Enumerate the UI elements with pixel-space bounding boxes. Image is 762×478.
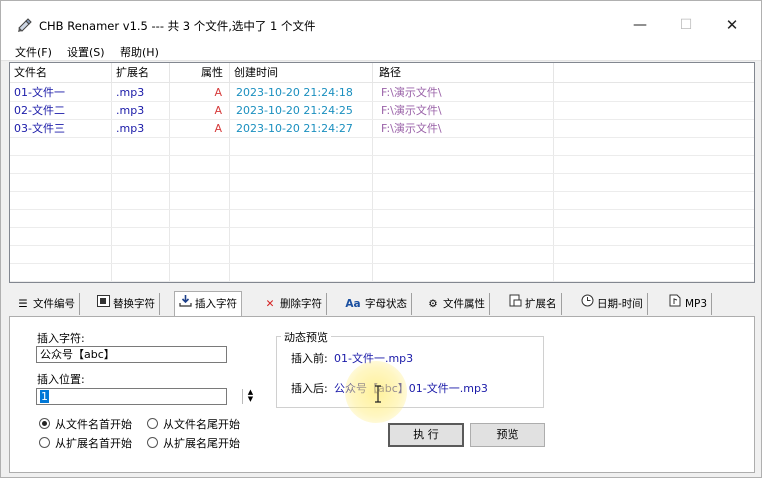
cell-attribute: A [214,86,222,99]
stepper-down-icon[interactable]: ▼ [243,396,258,403]
cell-path: F:\演示文件\ [381,122,442,135]
tab-mp3[interactable]: MP3 [665,293,713,315]
menu-settings[interactable]: 设置(S) [67,44,105,60]
column-header-extension[interactable]: 扩展名 [112,63,170,83]
delete-x-icon: ✕ [265,298,275,310]
tab-file-numbering[interactable]: ☰ 文件编号 [13,293,80,315]
radio-from-extension-end[interactable]: 从扩展名尾开始 [147,435,240,451]
minimize-button[interactable]: — [617,9,663,41]
cell-filename: 02-文件二 [14,104,65,117]
cell-attribute: A [214,104,222,117]
menu-file[interactable]: 文件(F) [15,44,52,60]
execute-button[interactable]: 执 行 [388,423,464,447]
dynamic-preview-legend: 动态预览 [281,329,331,345]
window-title: CHB Renamer v1.5 --- 共 3 个文件,选中了 1 个文件 [39,19,316,33]
clock-icon [580,293,594,315]
table-row[interactable]: 03-文件三 .mp3 A 2023-10-20 21:24:27 F:\演示文… [10,120,754,138]
maximize-button[interactable]: ☐ [663,9,709,41]
file-list[interactable]: 文件名 扩展名 属性 创建时间 路径 01-文件一 .mp3 A 2023-10… [9,62,755,283]
column-header-created-time[interactable]: 创建时间 [230,63,373,83]
list-numbered-icon: ☰ [18,298,28,310]
radio-empty-icon [147,418,158,429]
text-cursor-icon [375,385,381,403]
cell-extension: .mp3 [116,104,145,117]
after-label: 插入后: [291,382,328,395]
table-row[interactable]: 01-文件一 .mp3 A 2023-10-20 21:24:18 F:\演示文… [10,84,754,102]
cell-extension: .mp3 [116,122,145,135]
menu-help[interactable]: 帮助(H) [120,44,159,60]
empty-row [10,228,754,246]
empty-row [10,210,754,228]
cell-attribute: A [214,122,222,135]
cell-path: F:\演示文件\ [381,104,442,117]
empty-row [10,192,754,210]
replace-icon [96,293,110,315]
cell-filename: 01-文件一 [14,86,65,99]
tab-replace-chars[interactable]: 替换字符 [93,293,160,315]
letter-case-icon: Aa [345,298,361,310]
before-label: 插入前: [291,352,328,365]
menu-bar: 文件(F) 设置(S) 帮助(H) [1,41,761,61]
app-window: CHB Renamer v1.5 --- 共 3 个文件,选中了 1 个文件 —… [0,0,762,478]
stepper-buttons[interactable]: ▲ ▼ [242,389,258,404]
tab-letter-case[interactable]: Aa 字母状态 [341,293,412,315]
dynamic-preview-group [276,336,544,408]
empty-row [10,246,754,264]
insert-position-label: 插入位置: [37,373,85,386]
insert-chars-label: 插入字符: [37,332,85,345]
tab-date-time[interactable]: 日期-时间 [577,293,648,315]
title-bar: CHB Renamer v1.5 --- 共 3 个文件,选中了 1 个文件 —… [1,1,761,41]
insert-chars-input[interactable]: 公众号【abc】 [36,346,227,363]
empty-row [10,156,754,174]
preview-button[interactable]: 预览 [470,423,545,447]
radio-from-extension-start[interactable]: 从扩展名首开始 [39,435,132,451]
tab-file-attributes[interactable]: ⚙ 文件属性 [423,293,490,315]
empty-row [10,138,754,156]
radio-empty-icon [39,437,50,448]
insert-icon [178,292,192,316]
cell-created-time: 2023-10-20 21:24:18 [236,86,353,99]
tab-insert-chars[interactable]: 插入字符 [174,291,242,317]
insert-position-stepper[interactable]: 1 ▲ ▼ [36,388,253,405]
tab-extension[interactable]: 扩展名 [505,293,562,315]
cell-created-time: 2023-10-20 21:24:25 [236,104,353,117]
music-file-icon [668,293,682,315]
column-header-path[interactable]: 路径 [373,63,554,83]
radio-from-filename-end[interactable]: 从文件名尾开始 [147,416,240,432]
list-header: 文件名 扩展名 属性 创建时间 路径 [10,63,754,83]
radio-selected-icon [39,418,50,429]
extension-icon [508,293,522,315]
app-rename-icon [18,18,32,32]
gear-icon: ⚙ [428,298,438,310]
cell-filename: 03-文件三 [14,122,65,135]
column-header-attribute[interactable]: 属性 [170,63,230,83]
empty-row [10,174,754,192]
radio-empty-icon [147,437,158,448]
radio-from-filename-start[interactable]: 从文件名首开始 [39,416,132,432]
column-header-filename[interactable]: 文件名 [10,63,112,83]
cell-extension: .mp3 [116,86,145,99]
tab-strip: ☰ 文件编号 替换字符 插入字符 ✕ 删除字符 Aa 字母状态 ⚙ 文件属性 扩展名 [9,291,755,317]
cell-path: F:\演示文件\ [381,86,442,99]
close-button[interactable]: ✕ [709,9,755,41]
empty-row [10,264,754,282]
table-row[interactable]: 02-文件二 .mp3 A 2023-10-20 21:24:25 F:\演示文… [10,102,754,120]
cell-created-time: 2023-10-20 21:24:27 [236,122,353,135]
tab-delete-chars[interactable]: ✕ 删除字符 [260,293,327,315]
